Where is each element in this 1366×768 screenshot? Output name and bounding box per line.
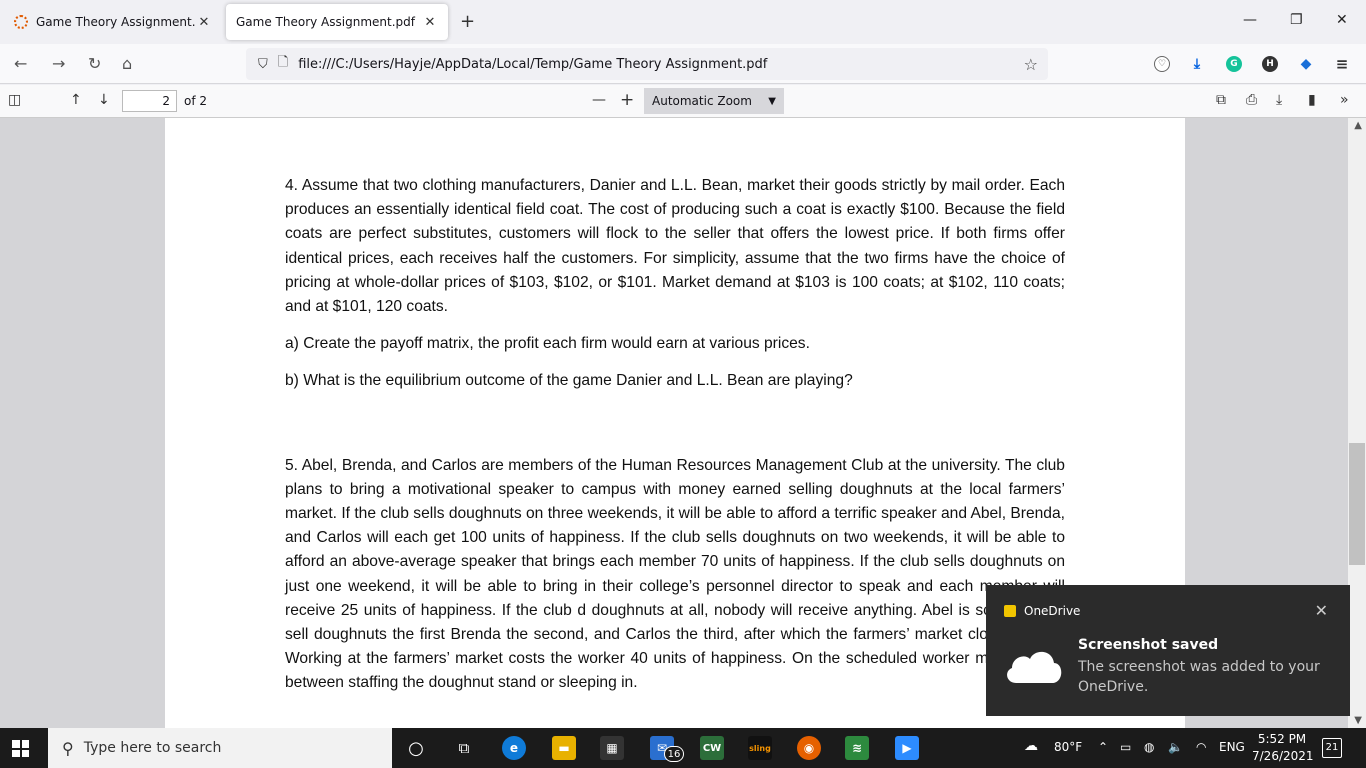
tab-strip: Game Theory Assignment.pdf: | ✕ Game The… — [0, 0, 1366, 44]
zoom-out-icon[interactable]: — — [592, 92, 606, 108]
close-tab-icon[interactable]: ✕ — [422, 15, 438, 30]
wifi-icon[interactable]: ◠ — [1196, 740, 1206, 754]
network-icon[interactable]: ◍ — [1144, 740, 1154, 754]
onedrive-logo-icon — [1004, 605, 1016, 617]
cloud-icon — [1007, 651, 1062, 683]
question-4b: b) What is the equilibrium outcome of th… — [285, 372, 853, 390]
home-icon[interactable]: ⌂ — [122, 54, 132, 73]
h-extension-icon[interactable]: H — [1262, 56, 1278, 72]
stacked-app-icon[interactable]: ≋ — [845, 736, 869, 760]
page-count: of 2 — [184, 94, 208, 108]
edge-icon[interactable]: e — [502, 736, 526, 760]
question-4: 4. Assume that two clothing manufacturer… — [285, 177, 1065, 316]
chevron-down-icon: ▼ — [768, 95, 776, 107]
windows-start-icon[interactable] — [12, 740, 29, 757]
tools-chevron-icon[interactable]: » — [1340, 92, 1349, 108]
date: 7/26/2021 — [1252, 749, 1314, 763]
next-page-icon[interactable]: ↓ — [98, 92, 110, 108]
minimize-icon[interactable]: — — [1243, 12, 1257, 28]
zoom-value: Automatic Zoom — [652, 94, 752, 108]
toast-app-name: OneDrive — [1024, 604, 1081, 618]
tray-chevron-icon[interactable]: ⌃ — [1098, 740, 1108, 754]
store-icon[interactable]: ▦ — [600, 736, 624, 760]
weather-temp[interactable]: 80°F — [1054, 740, 1082, 754]
volume-icon[interactable]: 🔈 — [1168, 740, 1183, 754]
loading-icon — [14, 15, 28, 29]
notification-center-icon[interactable]: 21 — [1322, 738, 1342, 758]
close-icon[interactable]: ✕ — [1315, 601, 1328, 620]
close-window-icon[interactable]: ✕ — [1336, 12, 1348, 28]
scroll-up-icon[interactable]: ▲ — [1354, 120, 1362, 131]
taskbar-search[interactable]: ⚲ Type here to search — [48, 728, 392, 768]
scrollbar[interactable]: ▲ ▼ — [1348, 118, 1366, 728]
weather-icon[interactable]: ☁ — [1024, 738, 1038, 754]
close-tab-icon[interactable]: ✕ — [196, 15, 212, 30]
restore-icon[interactable]: ❐ — [1290, 12, 1303, 28]
bookmark-icon[interactable]: ▮ — [1308, 92, 1316, 108]
scroll-down-icon[interactable]: ▼ — [1354, 715, 1362, 726]
pdf-toolbar: ◫ ↑ ↓ 2 of 2 — + Automatic Zoom ▼ ⧉ ⎙ ⤓ … — [0, 85, 1366, 118]
back-icon[interactable]: ← — [14, 54, 27, 73]
url-bar[interactable]: ⛉ 🗋 file:///C:/Users/Hayje/AppData/Local… — [246, 48, 1048, 80]
tab-label: Game Theory Assignment.pdf — [236, 15, 415, 29]
forward-icon[interactable]: → — [52, 54, 65, 73]
extension-icon[interactable]: ◆ — [1298, 56, 1314, 72]
time: 5:52 PM — [1257, 732, 1307, 746]
taskbar: ⚲ Type here to search ○ ⧉ e ▬ ▦ ✉ 16 CW … — [0, 728, 1366, 768]
page-number-input[interactable]: 2 — [122, 90, 177, 112]
file-explorer-icon[interactable]: ▬ — [552, 736, 576, 760]
task-view-icon[interactable]: ⧉ — [452, 736, 476, 760]
pocket-icon[interactable]: ♡ — [1154, 56, 1170, 72]
bookmark-star-icon[interactable]: ☆ — [1024, 55, 1038, 74]
file-icon: 🗋 — [277, 55, 289, 70]
menu-icon[interactable]: ≡ — [1334, 55, 1350, 73]
onedrive-toast[interactable]: OneDrive ✕ Screenshot saved The screensh… — [986, 585, 1350, 716]
firefox-icon[interactable]: ◉ — [797, 736, 821, 760]
zoom-in-icon[interactable]: + — [620, 90, 634, 110]
zoom-app-icon[interactable]: ▶ — [895, 736, 919, 760]
toast-header: OneDrive — [1004, 604, 1080, 618]
language-indicator[interactable]: ENG — [1219, 740, 1245, 754]
cortana-icon[interactable]: ○ — [404, 736, 428, 760]
tab-pdf-1[interactable]: Game Theory Assignment.pdf: | ✕ — [4, 4, 222, 40]
reload-icon[interactable]: ↻ — [88, 54, 101, 73]
search-icon: ⚲ — [62, 738, 74, 758]
nav-bar: ← → ↻ ⌂ ⛉ 🗋 file:///C:/Users/Hayje/AppDa… — [0, 44, 1366, 84]
sidebar-toggle-icon[interactable]: ◫ — [8, 92, 21, 108]
toast-title: Screenshot saved — [1078, 637, 1219, 653]
battery-icon[interactable]: ▭ — [1120, 740, 1131, 754]
download-icon[interactable]: ⤓ — [1189, 56, 1205, 72]
url-text[interactable]: file:///C:/Users/Hayje/AppData/Local/Tem… — [298, 57, 1023, 72]
presentation-mode-icon[interactable]: ⧉ — [1216, 92, 1226, 108]
tab-label: Game Theory Assignment.pdf: | — [36, 15, 196, 29]
clock[interactable]: 5:52 PM 7/26/2021 — [1252, 731, 1314, 765]
scroll-thumb[interactable] — [1349, 443, 1365, 565]
zoom-select[interactable]: Automatic Zoom ▼ — [644, 88, 784, 114]
search-placeholder: Type here to search — [83, 740, 222, 756]
toast-message: The screenshot was added to your OneDriv… — [1078, 659, 1320, 695]
grammarly-icon[interactable]: G — [1226, 56, 1242, 72]
document-text: 4. Assume that two clothing manufacturer… — [285, 174, 1065, 696]
question-5: 5. Abel, Brenda, and Carlos are members … — [285, 456, 1065, 692]
sling-app-icon[interactable]: sling — [748, 736, 772, 760]
previous-page-icon[interactable]: ↑ — [70, 92, 82, 108]
mail-badge: 16 — [664, 746, 684, 762]
new-tab-icon[interactable]: + — [460, 11, 475, 32]
question-4a: a) Create the payoff matrix, the profit … — [285, 335, 810, 353]
print-icon[interactable]: ⎙ — [1246, 92, 1257, 108]
tab-pdf-2[interactable]: Game Theory Assignment.pdf ✕ — [226, 4, 448, 40]
save-icon[interactable]: ⤓ — [1276, 92, 1282, 108]
shield-icon[interactable]: ⛉ — [258, 57, 268, 72]
cw-app-icon[interactable]: CW — [700, 736, 724, 760]
